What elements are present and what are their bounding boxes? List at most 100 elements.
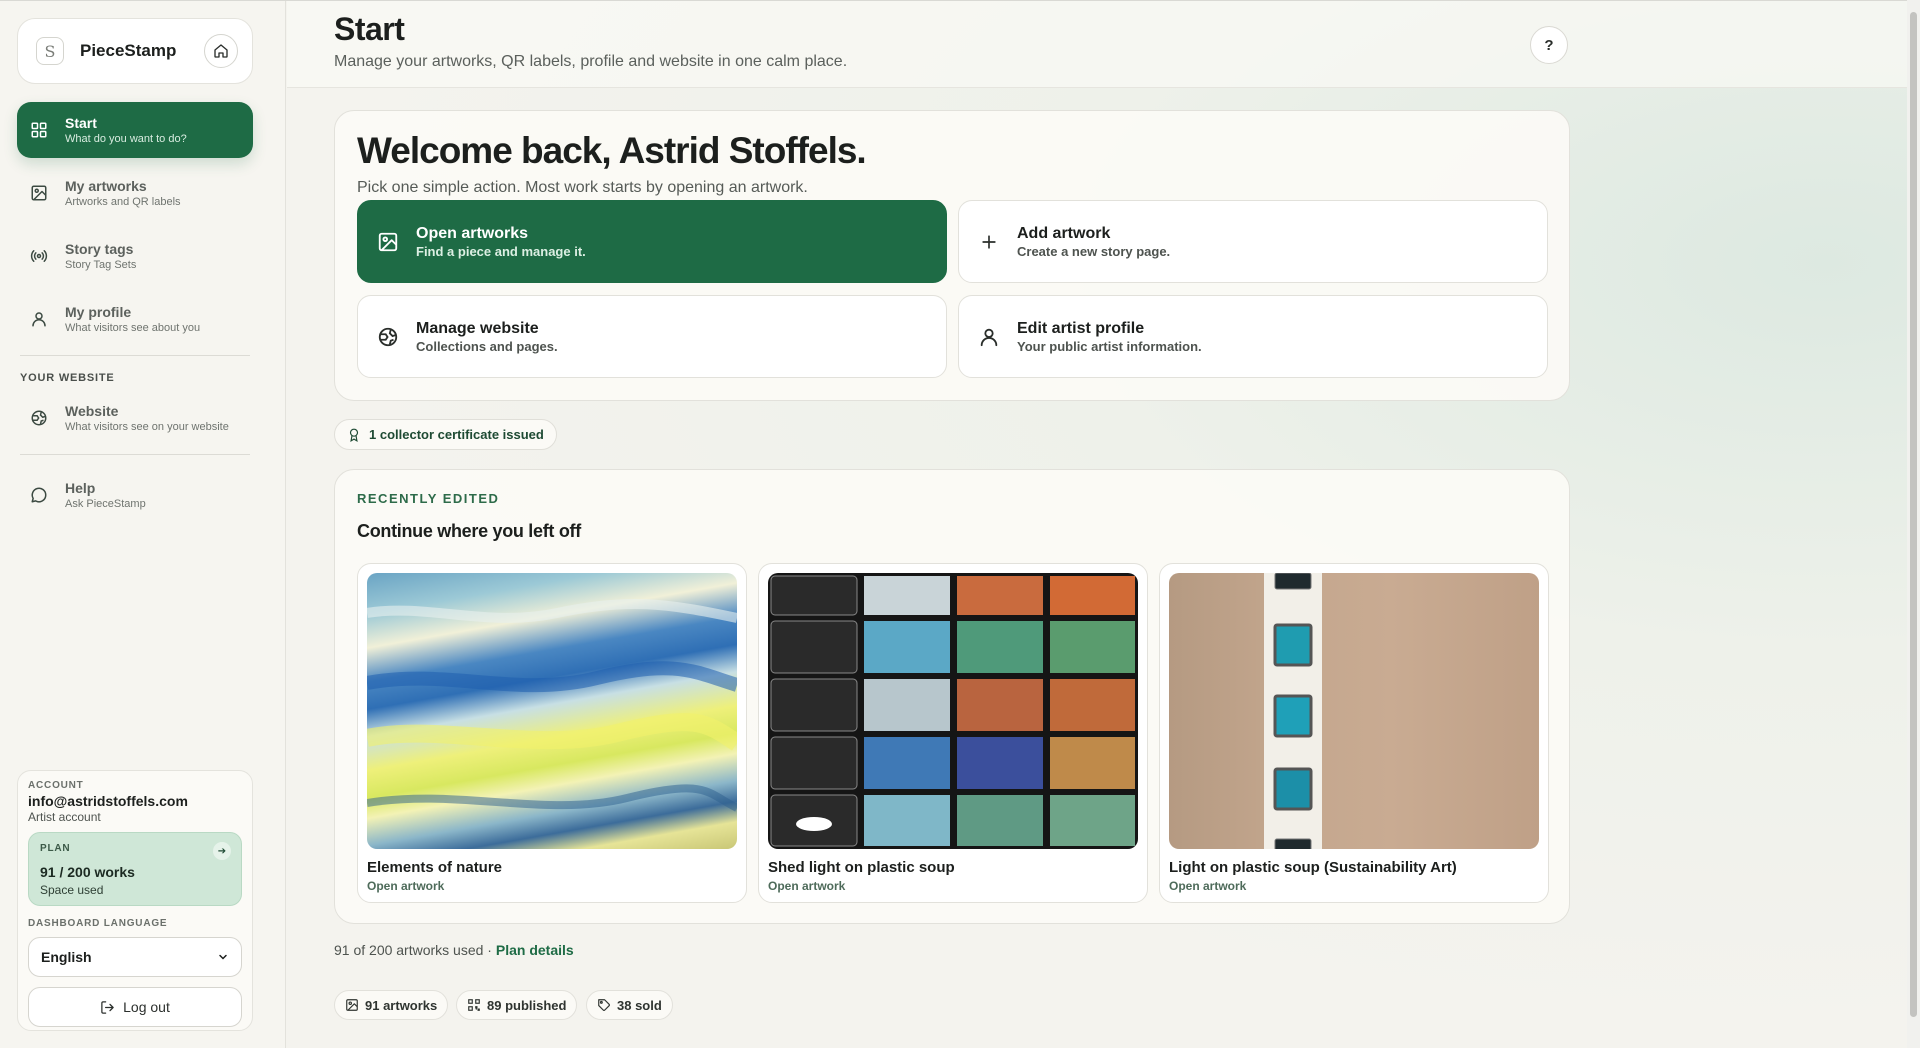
scrollbar-thumb[interactable] <box>1910 12 1917 1017</box>
home-button[interactable] <box>204 34 238 68</box>
certificate-text: 1 collector certificate issued <box>369 427 544 442</box>
sidebar-item-my-profile[interactable]: My profile What visitors see about you <box>17 291 253 347</box>
action-title: Manage website <box>416 319 539 337</box>
chat-icon <box>29 485 49 505</box>
plus-icon <box>977 230 1001 254</box>
arrow-right-icon: ➔ <box>213 842 231 860</box>
edit-artist-profile-button[interactable]: Edit artist profile Your public artist i… <box>958 295 1548 378</box>
logout-icon <box>101 1000 114 1014</box>
artwork-card[interactable]: Light on plastic soup (Sustainability Ar… <box>1159 563 1549 903</box>
sidebar-nav: Start What do you want to do? My artwork… <box>17 102 253 530</box>
logout-button[interactable]: Log out <box>28 987 242 1027</box>
sidebar-item-title: My profile <box>65 303 132 320</box>
section-label-your-website: YOUR WEBSITE <box>20 372 115 384</box>
image-icon <box>345 998 359 1012</box>
sidebar-item-subtitle: What visitors see about you <box>65 321 201 334</box>
usage-summary: 91 of 200 artworks used · Plan details <box>334 942 574 958</box>
welcome-heading: Welcome back, Astrid Stoffels. <box>357 130 867 171</box>
sidebar-item-subtitle: What visitors see on your website <box>65 420 229 433</box>
artwork-card[interactable]: Elements of nature Open artwork <box>357 563 747 903</box>
recently-edited-eyebrow: RECENTLY EDITED <box>357 491 500 506</box>
tag-icon <box>597 998 611 1012</box>
image-icon <box>29 183 49 203</box>
artwork-thumbnail <box>768 573 1138 849</box>
sidebar-item-help[interactable]: Help Ask PieceStamp <box>17 467 253 523</box>
sidebar-item-title: Help <box>65 479 96 496</box>
open-artworks-button[interactable]: Open artworks Find a piece and manage it… <box>357 200 947 283</box>
piecestamp-logo-icon: S <box>36 37 64 65</box>
stat-text: 38 sold <box>617 997 662 1013</box>
help-button[interactable]: ? <box>1530 26 1568 64</box>
chevron-down-icon <box>219 954 227 960</box>
home-icon <box>214 44 228 58</box>
account-panel: ACCOUNT info@astridstoffels.com Artist a… <box>17 770 253 1031</box>
sidebar-item-subtitle: What do you want to do? <box>65 132 187 145</box>
plan-works: 91 / 200 works <box>40 864 135 880</box>
signal-icon <box>29 246 49 266</box>
open-artwork-link[interactable]: Open artwork <box>367 879 737 893</box>
sidebar-item-my-artworks[interactable]: My artworks Artworks and QR labels <box>17 165 253 221</box>
welcome-lead: Pick one simple action. Most work starts… <box>357 179 808 196</box>
action-title: Edit artist profile <box>1017 319 1145 337</box>
sidebar-item-title: Story tags <box>65 240 134 257</box>
action-subtitle: Collections and pages. <box>416 338 558 354</box>
recently-edited-card: RECENTLY EDITED Continue where you left … <box>334 469 1570 924</box>
open-artwork-link[interactable]: Open artwork <box>1169 879 1539 893</box>
brand-card[interactable]: S PieceStamp <box>17 18 253 84</box>
plan-space-used: Space used <box>40 883 104 897</box>
sidebar: S PieceStamp Start What do you want to d… <box>0 1 286 1048</box>
divider <box>20 355 250 356</box>
artwork-title: Elements of nature <box>367 859 503 876</box>
certificate-badge[interactable]: 1 collector certificate issued <box>334 419 557 450</box>
page-header <box>287 1 1907 88</box>
add-artwork-button[interactable]: Add artwork Create a new story page. <box>958 200 1548 283</box>
action-subtitle: Create a new story page. <box>1017 243 1171 259</box>
action-title: Add artwork <box>1017 224 1111 242</box>
plan-card[interactable]: PLAN ➔ 91 / 200 works Space used <box>28 832 242 906</box>
account-type: Artist account <box>28 810 101 824</box>
page-subtitle: Manage your artworks, QR labels, profile… <box>334 53 848 70</box>
grid-icon <box>29 120 49 140</box>
stat-published: 89 published <box>456 990 578 1020</box>
sidebar-item-subtitle: Ask PieceStamp <box>65 497 146 510</box>
language-select[interactable]: English <box>28 937 242 977</box>
plan-details-link[interactable]: Plan details <box>496 942 574 958</box>
recently-edited-heading: Continue where you left off <box>357 521 581 541</box>
page-title: Start <box>334 11 405 47</box>
action-subtitle: Find a piece and manage it. <box>416 243 586 259</box>
globe-icon <box>376 325 400 349</box>
globe-icon <box>29 408 49 428</box>
artwork-thumbnail <box>1169 573 1539 849</box>
user-icon <box>29 309 49 329</box>
divider <box>20 454 250 455</box>
logout-label: Log out <box>123 999 170 1015</box>
dashboard-language-label: DASHBOARD LANGUAGE <box>28 918 168 929</box>
artwork-card[interactable]: Shed light on plastic soup Open artwork <box>758 563 1148 903</box>
sidebar-item-title: Website <box>65 402 119 419</box>
sidebar-item-subtitle: Artworks and QR labels <box>65 195 181 208</box>
sidebar-item-story-tags[interactable]: Story tags Story Tag Sets <box>17 228 253 284</box>
action-subtitle: Your public artist information. <box>1017 338 1202 354</box>
image-icon <box>376 230 400 254</box>
open-artwork-link[interactable]: Open artwork <box>768 879 1138 893</box>
award-icon <box>347 428 361 442</box>
action-title: Open artworks <box>416 224 529 242</box>
stat-sold: 38 sold <box>586 990 673 1020</box>
sidebar-item-subtitle: Story Tag Sets <box>65 258 137 271</box>
manage-website-button[interactable]: Manage website Collections and pages. <box>357 295 947 378</box>
brand-name: PieceStamp <box>80 41 177 60</box>
welcome-card: Welcome back, Astrid Stoffels. Pick one … <box>334 110 1570 401</box>
artwork-title: Shed light on plastic soup <box>768 859 955 876</box>
sidebar-item-start[interactable]: Start What do you want to do? <box>17 102 253 158</box>
stat-text: 91 artworks <box>365 997 438 1013</box>
sidebar-item-website[interactable]: Website What visitors see on your websit… <box>17 390 253 446</box>
account-label: ACCOUNT <box>28 780 84 791</box>
stat-text: 89 published <box>487 997 567 1013</box>
account-email: info@astridstoffels.com <box>28 793 188 809</box>
artwork-thumbnail <box>367 573 737 849</box>
scrollbar[interactable] <box>1907 0 1920 1048</box>
user-icon <box>977 325 1001 349</box>
stat-artworks: 91 artworks <box>334 990 449 1020</box>
language-select-value: English <box>41 949 92 965</box>
sidebar-item-title: Start <box>65 114 97 131</box>
